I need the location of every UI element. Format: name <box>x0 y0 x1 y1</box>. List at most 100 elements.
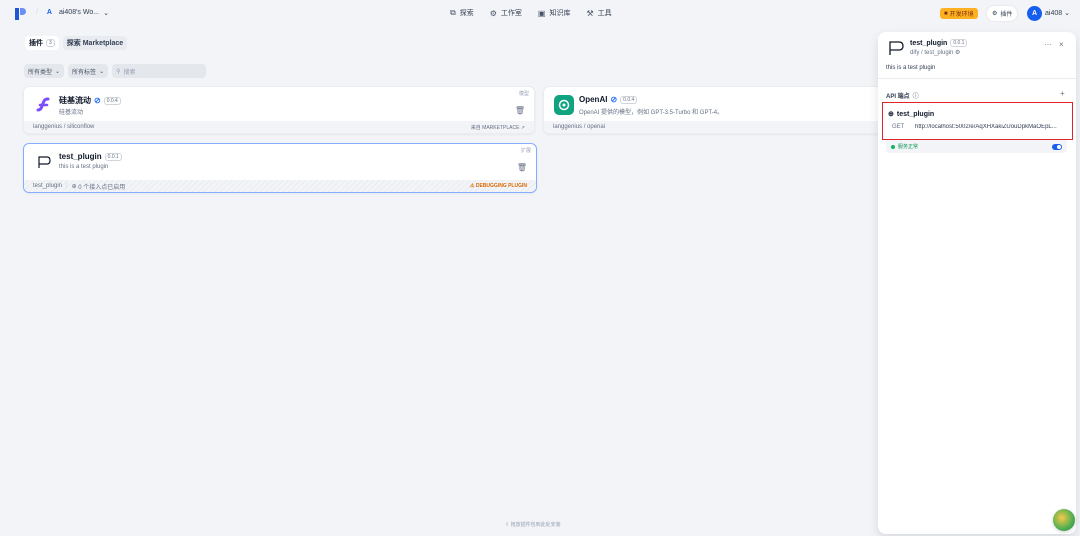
version-badge: 0.0.4 <box>103 96 121 105</box>
upload-icon: ⇪ <box>505 522 510 528</box>
nav-tools[interactable]: ⚒ 工具 <box>586 8 611 18</box>
drawer-org: dify / test_plugin ⚙ <box>910 49 960 56</box>
category-select[interactable]: 所有类型 ⌄ <box>24 64 65 78</box>
version-badge: 0.0.1 <box>950 39 968 47</box>
plugin-name: test_plugin <box>59 152 102 161</box>
nav-label: 工作室 <box>500 10 522 17</box>
env-icon: ■ <box>944 10 948 17</box>
user-avatar[interactable]: A <box>1027 6 1042 21</box>
api-endpoints-heading: API 端点 ⓘ <box>886 91 919 100</box>
user-name: ai408 <box>1045 10 1063 17</box>
nav-label: 工具 <box>597 10 612 17</box>
explore-icon: ⧉ <box>450 8 456 17</box>
endpoint-toggle[interactable] <box>1052 143 1062 150</box>
endpoint-url[interactable]: http://localhost:5002/e/AqXHXakiZUouDpkM… <box>915 124 1065 130</box>
close-icon[interactable]: × <box>1059 40 1064 49</box>
workspace-switcher[interactable]: / A ai408's Wo... ⌄ <box>36 7 109 18</box>
tags-select[interactable]: 所有标签 ⌄ <box>68 64 109 78</box>
knowledge-icon: ▣ <box>537 8 546 18</box>
plugin-card-openai[interactable]: OpenAI ⊘ 0.0.4 OpenAI 提供的模型，例如 GPT-3.5-T… <box>543 86 883 134</box>
more-icon[interactable]: ··· <box>1044 40 1052 49</box>
nav-explore[interactable]: ⧉ 探索 <box>450 8 474 18</box>
plugin-card-test-plugin[interactable]: test_plugin 0.0.1 this is a test plugin … <box>23 143 537 193</box>
plugin-count-badge: 3 <box>46 39 55 47</box>
drawer-org-text: dify / test_plugin <box>910 50 954 56</box>
nav-label: 知识库 <box>549 10 571 17</box>
user-menu[interactable]: ai408 ⌄ <box>1045 9 1070 17</box>
plugin-org: test_plugin <box>33 183 63 189</box>
nav-label: 探索 <box>459 10 474 17</box>
tab-bar: 插件 3 探索 Marketplace <box>25 36 128 50</box>
plugin-title: OpenAI ⊘ 0.0.4 <box>579 95 638 104</box>
plugins-button[interactable]: ⚙ 插件 <box>987 6 1018 21</box>
info-icon: ⓘ <box>912 94 919 100</box>
debugging-badge: ⚠ DEBUGGING PLUGIN <box>470 183 527 189</box>
plugin-name: 硅基流动 <box>59 96 91 105</box>
chevron-down-icon: ⌄ <box>99 68 105 75</box>
verified-icon: ⊘ <box>94 96 101 105</box>
plugin-card-siliconflow[interactable]: 硅基流动 ⊘ 0.0.4 硅基流动 模型 🗑 langgenius / sili… <box>23 86 535 134</box>
plugins-label: 插件 <box>1000 12 1013 18</box>
plugin-description: 硅基流动 <box>59 110 84 116</box>
debug-text: DEBUGGING PLUGIN <box>475 183 527 189</box>
siliconflow-logo-icon <box>34 95 54 115</box>
drawer-title: test_plugin 0.0.1 <box>910 39 968 47</box>
plugin-description: this is a test plugin <box>59 164 109 170</box>
debug-icon: ⚙ <box>955 50 961 56</box>
test-plugin-logo-icon <box>34 152 54 172</box>
delete-icon[interactable]: 🗑 <box>517 163 527 172</box>
chevron-down-icon: ⌄ <box>55 68 61 75</box>
source-label[interactable]: 来自 MARKETPLACE ↗ <box>471 124 525 131</box>
drawer-description: this is a test plugin <box>886 65 936 71</box>
drawer-plugin-name: test_plugin <box>910 39 948 47</box>
delete-icon[interactable]: 🗑 <box>515 106 525 115</box>
plugin-title: 硅基流动 ⊘ 0.0.4 <box>59 95 121 106</box>
tab-plugins[interactable]: 插件 3 <box>25 36 59 50</box>
status-dot <box>891 144 895 149</box>
tab-marketplace[interactable]: 探索 Marketplace <box>62 36 128 50</box>
plugin-type-tag: 扩展 <box>520 148 531 154</box>
card-footer: langgenius / openai <box>544 121 883 133</box>
filter-bar: 所有类型 ⌄ 所有标签 ⌄ ⚲ 搜索 <box>24 64 207 78</box>
workspace-avatar: A <box>46 9 52 16</box>
plugin-detail-drawer: test_plugin 0.0.1 dify / test_plugin ⚙ ·… <box>878 32 1076 534</box>
verified-icon: ⊘ <box>610 95 618 104</box>
search-icon: ⚲ <box>116 68 121 75</box>
endpoint-status-row: 服务正常 <box>886 140 1067 153</box>
env-label: 开发环境 <box>949 12 974 18</box>
drop-hint: ⇪ 拖放插件包到此处安装 <box>505 521 561 528</box>
category-value: 所有类型 <box>28 69 53 76</box>
plugin-icon: ⚙ <box>992 11 998 17</box>
test-plugin-logo-icon <box>887 39 905 57</box>
plugin-org: langgenius / openai <box>553 124 606 130</box>
endpoint-icon: ⊕ <box>888 111 894 118</box>
tools-icon: ⚒ <box>586 8 594 18</box>
endpoint-highlight-box[interactable] <box>882 102 1073 140</box>
top-bar: / A ai408's Wo... ⌄ ⧉ 探索 ⚙ 工作室 ▣ 知识库 ⚒ 工具 ■ 开… <box>0 0 1080 28</box>
env-badge: ■ 开发环境 <box>940 8 978 19</box>
nav-knowledge[interactable]: ▣ 知识库 <box>538 8 571 18</box>
chevron-down-icon: ⌄ <box>103 9 109 17</box>
tab-label: 插件 <box>29 40 43 47</box>
assistant-avatar-icon[interactable] <box>1053 509 1075 531</box>
api-label: API 端点 <box>886 94 910 100</box>
endpoint-title: ⊕ test_plugin <box>888 110 934 119</box>
endpoint-method: GET <box>892 124 905 130</box>
plugins-panel: 插件 3 探索 Marketplace 所有类型 ⌄ 所有标签 ⌄ ⚲ 搜索 硅基流动… <box>15 30 883 536</box>
version-badge: 0.0.1 <box>104 152 122 161</box>
main-nav: ⧉ 探索 ⚙ 工作室 ▣ 知识库 ⚒ 工具 <box>450 8 612 18</box>
plugin-org: langgenius / siliconflow <box>33 124 95 130</box>
search-input[interactable]: ⚲ 搜索 <box>112 64 207 78</box>
add-endpoint-icon[interactable]: + <box>1060 89 1065 98</box>
version-badge: 0.0.4 <box>620 95 638 104</box>
card-footer: langgenius / siliconflow 来自 MARKETPLACE … <box>24 121 534 133</box>
drop-hint-text: 拖放插件包到此处安装 <box>510 522 561 528</box>
plugin-title: test_plugin 0.0.1 <box>59 152 122 161</box>
plugin-name: OpenAI <box>579 95 608 104</box>
divider: / <box>36 9 38 16</box>
divider: | <box>66 183 68 189</box>
nav-studio[interactable]: ⚙ 工作室 <box>490 8 522 18</box>
divider <box>878 78 1076 79</box>
workspace-name: ai408's Wo... <box>58 9 100 16</box>
dify-logo[interactable] <box>15 8 27 20</box>
